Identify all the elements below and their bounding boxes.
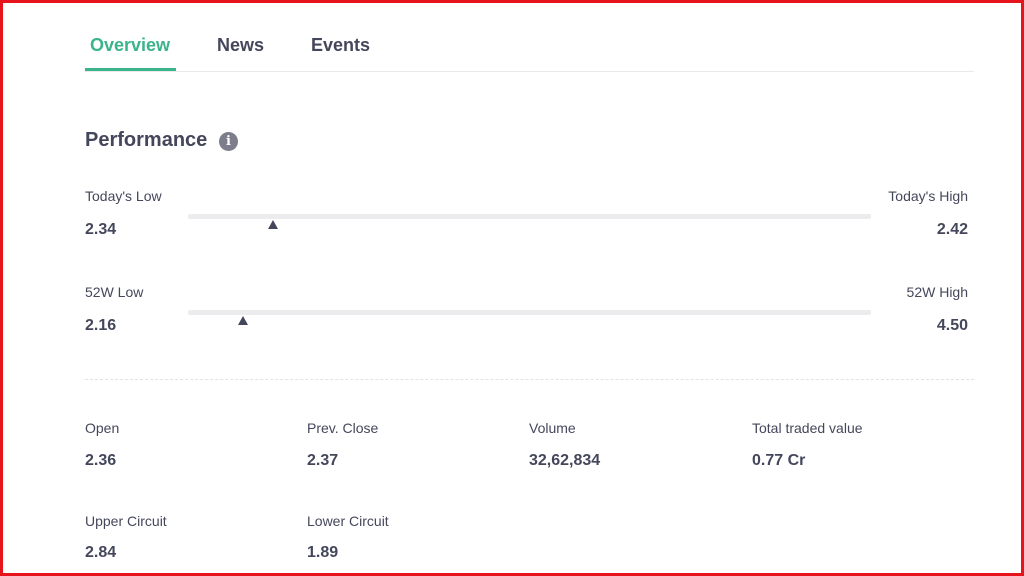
todays-high-label: Today's High (888, 188, 968, 204)
open-value: 2.36 (85, 452, 117, 469)
open-label: Open (85, 420, 120, 436)
tab-news[interactable]: News (217, 29, 264, 69)
tab-events[interactable]: Events (311, 29, 370, 69)
52w-low-value: 2.16 (85, 317, 117, 334)
volume-label: Volume (529, 420, 576, 436)
52w-range-track (188, 310, 871, 315)
total-traded-value-label: Total traded value (752, 420, 863, 436)
52w-range-marker-icon (237, 316, 248, 325)
section-title: Performance (85, 129, 208, 151)
52w-high-label: 52W High (906, 284, 968, 300)
upper-circuit-label: Upper Circuit (85, 513, 167, 529)
todays-low-label: Today's Low (85, 188, 162, 204)
52w-high-value: 4.50 (936, 317, 968, 334)
total-traded-value-value: 0.77 Cr (752, 452, 806, 469)
info-icon[interactable]: i (219, 132, 238, 151)
prev-close-label: Prev. Close (307, 420, 379, 436)
todays-range-marker-icon (268, 220, 279, 229)
volume-value: 32,62,834 (529, 452, 601, 469)
page-frame: Overview News Events Performance i Today… (0, 0, 1024, 576)
active-tab-indicator (85, 68, 176, 71)
lower-circuit-label: Lower Circuit (307, 513, 389, 529)
52w-low-label: 52W Low (85, 284, 144, 300)
upper-circuit-value: 2.84 (85, 544, 117, 561)
tab-overview[interactable]: Overview (90, 29, 170, 69)
divider (85, 379, 974, 380)
prev-close-value: 2.37 (307, 452, 339, 469)
tab-bar: Overview News Events (85, 29, 974, 72)
todays-low-value: 2.34 (85, 221, 117, 238)
todays-range-track (188, 214, 871, 219)
todays-high-value: 2.42 (936, 221, 968, 238)
lower-circuit-value: 1.89 (307, 544, 339, 561)
